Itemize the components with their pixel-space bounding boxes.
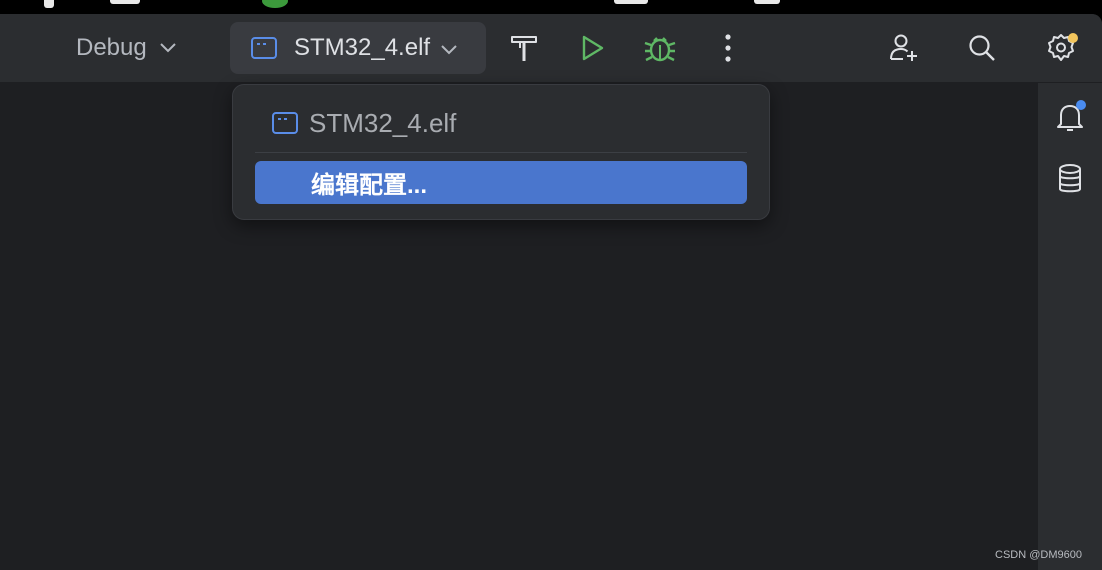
run-config-icon xyxy=(250,36,278,60)
build-hammer-icon xyxy=(508,32,540,64)
chevron-down-icon xyxy=(159,42,177,54)
notification-dot xyxy=(1076,100,1086,110)
search-button[interactable] xyxy=(962,28,1002,68)
build-config-label: Debug xyxy=(76,34,147,61)
run-button[interactable] xyxy=(572,28,612,68)
right-tool-strip xyxy=(1037,83,1102,570)
more-actions-button[interactable] xyxy=(708,28,748,68)
run-config-popup: STM32_4.elf 编辑配置... xyxy=(232,84,770,220)
run-config-label: STM32_4.elf xyxy=(294,34,431,61)
add-user-icon xyxy=(888,32,920,64)
run-config-icon xyxy=(271,111,299,135)
search-icon xyxy=(967,33,997,63)
popup-item-label: 编辑配置... xyxy=(311,172,428,199)
popup-item-label: STM32_4.elf xyxy=(309,107,457,138)
more-vertical-icon xyxy=(723,33,733,63)
code-with-me-button[interactable] xyxy=(884,28,924,68)
database-button[interactable] xyxy=(1050,159,1090,199)
database-icon xyxy=(1056,163,1084,195)
run-config-selector[interactable]: STM32_4.elf xyxy=(230,22,486,74)
chevron-down-icon xyxy=(440,44,458,56)
settings-update-dot xyxy=(1068,33,1078,43)
popup-item-edit-configurations[interactable]: 编辑配置... xyxy=(255,161,747,204)
settings-button[interactable] xyxy=(1041,28,1081,68)
watermark: CSDN @DM9600 xyxy=(995,549,1082,561)
build-config-selector[interactable]: Debug xyxy=(62,30,191,66)
system-menubar xyxy=(0,0,1102,14)
debug-button[interactable] xyxy=(640,28,680,68)
run-icon xyxy=(577,33,607,63)
notifications-button[interactable] xyxy=(1050,97,1090,137)
build-button[interactable] xyxy=(504,28,544,68)
popup-item-stm32-elf[interactable]: STM32_4.elf xyxy=(271,105,456,141)
ide-window: Debug STM32_4.elf STM32_4.elf 编辑配置... CS… xyxy=(0,14,1102,570)
main-toolbar: Debug STM32_4.elf xyxy=(0,14,1102,83)
debug-icon xyxy=(643,32,677,64)
popup-divider xyxy=(255,152,747,153)
